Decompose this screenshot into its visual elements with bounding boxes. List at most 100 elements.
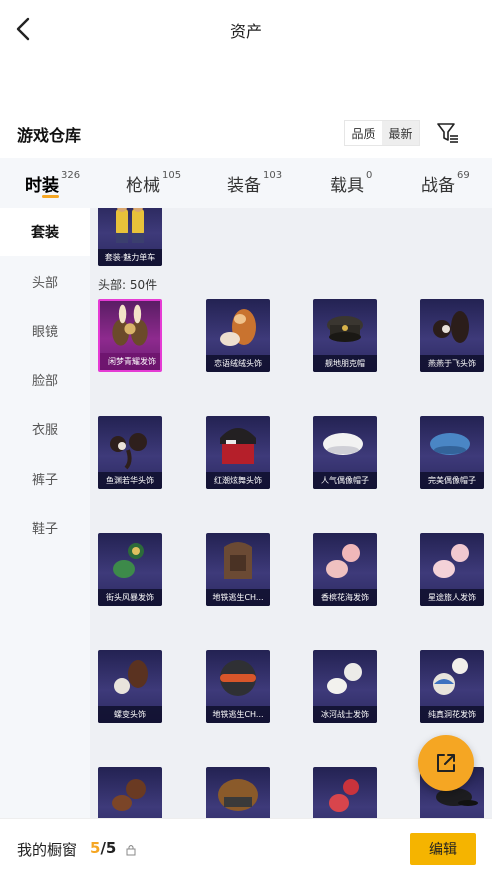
item-name: 螺变头饰 [98,706,162,723]
blue-beret-icon [420,416,484,472]
brown-hair-icon [98,767,162,818]
item-card[interactable]: 冰河战士发饰 [313,650,377,723]
item-card[interactable] [206,767,270,818]
item-name: 地铁逃生CH... [206,706,270,723]
tab-label: 载具 [330,176,364,196]
bear-helmet-icon [420,650,484,706]
swirl-hair-icon [98,650,162,706]
item-name: 冰河战士发饰 [313,706,377,723]
item-name: 恋语绒绒头饰 [206,355,270,372]
tab-firearms[interactable]: 枪械 105 [126,158,186,208]
pink-hair-icon [313,533,377,589]
sidebar-item-pants[interactable]: 裤子 [0,454,90,502]
fur-hat-icon [206,767,270,818]
item-name: 鱼渊若华头饰 [98,472,162,489]
tab-count: 0 [366,170,373,181]
tab-label: 战备 [421,176,455,196]
item-card[interactable] [98,767,162,818]
page-title: 资产 [229,22,262,41]
lock-icon [126,841,136,856]
white-beret-icon [313,416,377,472]
showcase-label: 我的橱窗 [17,841,78,859]
item-card[interactable]: 地铁逃生CH... [206,650,270,723]
sidebar-item-clothes[interactable]: 衣服 [0,404,90,452]
item-name: 套装·魅力单车 [98,249,162,266]
fluffy-headwear-icon [206,299,270,355]
showcase-used: 5 [90,839,101,857]
item-card[interactable]: 纯真洞花发饰 [420,650,484,723]
section-label: 头部: 50件 [98,278,158,292]
bunny-ear-hair-icon [100,301,160,357]
tab-combat-gear[interactable]: 战备 69 [421,158,481,208]
item-name: 闲梦青耀发饰 [100,353,160,370]
sort-quality-button[interactable]: 品质 [345,121,382,145]
star-hair-icon [420,533,484,589]
item-card[interactable]: 恋语绒绒头饰 [206,299,270,372]
sidebar-item-glasses[interactable]: 眼镜 [0,306,90,354]
sidebar-item-face[interactable]: 脸部 [0,355,90,403]
external-link-icon [437,754,455,772]
item-card[interactable]: 地铁逃生CH... [206,533,270,606]
sort-toggle: 品质 最新 [344,120,420,146]
active-tab-indicator [42,195,59,198]
item-card[interactable]: 香槟花海发饰 [313,533,377,606]
goggle-helmet-icon [206,650,270,706]
tab-equipment[interactable]: 装备 103 [227,158,287,208]
showcase-total: 5 [105,839,117,857]
braid-hair-icon [98,416,162,472]
sidebar-item-head[interactable]: 头部 [0,257,90,305]
item-name: 星途旅人发饰 [420,589,484,606]
cyclist-outfit-icon [98,208,162,249]
showcase-count: 5/5 [90,839,116,857]
tab-fashion[interactable]: 时装 326 [25,158,85,208]
item-name: 街头风暴发饰 [98,589,162,606]
item-name: 地铁逃生CH... [206,589,270,606]
tab-label: 枪械 [126,176,160,196]
twin-bun-hair-icon [420,299,484,355]
category-tabs: 时装 326 枪械 105 装备 103 载具 0 战备 69 [0,158,492,208]
street-hair-icon [98,533,162,589]
tab-count: 69 [457,170,470,181]
tab-label: 时装 [25,176,59,196]
showcase-bar: 我的橱窗 5/5 编辑 [0,818,492,876]
item-card-suit[interactable]: 套装·魅力单车 [98,208,162,266]
item-grid: 套装·魅力单车 头部: 50件 闲梦青耀发饰 恋语绒绒头饰 舰地朋克帽 燕燕于飞… [90,208,492,818]
item-card[interactable] [313,767,377,818]
warehouse-title: 游戏仓库 [17,126,82,145]
item-name: 纯真洞花发饰 [420,706,484,723]
item-card[interactable]: 螺变头饰 [98,650,162,723]
captain-cap-icon [313,299,377,355]
tab-vehicles[interactable]: 载具 0 [330,158,380,208]
item-name: 红潮炫舞头饰 [206,472,270,489]
item-name: 完美偶像帽子 [420,472,484,489]
sidebar-item-shoes[interactable]: 鞋子 [0,503,90,551]
item-card[interactable]: 街头风暴发饰 [98,533,162,606]
red-hair-beanie-icon [206,416,270,472]
item-card[interactable]: 鱼渊若华头饰 [98,416,162,489]
item-name: 燕燕于飞头饰 [420,355,484,372]
top-bar: 资产 [0,0,492,60]
subcategory-sidebar: 套装 头部 眼镜 脸部 衣服 裤子 鞋子 [0,208,90,818]
tab-count: 105 [162,170,182,181]
hood-helmet-icon [206,533,270,589]
item-card[interactable]: 闲梦青耀发饰 [98,299,162,372]
item-card[interactable]: 红潮炫舞头饰 [206,416,270,489]
item-card[interactable]: 舰地朋克帽 [313,299,377,372]
tab-count: 326 [61,170,81,181]
white-hair-icon [313,650,377,706]
sort-newest-button[interactable]: 最新 [382,121,419,145]
edit-button[interactable]: 编辑 [410,833,476,865]
item-card[interactable]: 完美偶像帽子 [420,416,484,489]
item-name: 香槟花海发饰 [313,589,377,606]
warehouse-header: 游戏仓库 品质 最新 [0,116,492,152]
tab-label: 装备 [227,176,261,196]
item-card[interactable]: 人气偶像帽子 [313,416,377,489]
sidebar-item-suit[interactable]: 套装 [0,208,90,256]
item-card[interactable]: 燕燕于飞头饰 [420,299,484,372]
share-float-button[interactable] [418,735,474,791]
tab-count: 103 [263,170,283,181]
red-mask-icon [313,767,377,818]
filter-icon[interactable] [436,121,460,145]
item-name: 人气偶像帽子 [313,472,377,489]
item-card[interactable]: 星途旅人发饰 [420,533,484,606]
